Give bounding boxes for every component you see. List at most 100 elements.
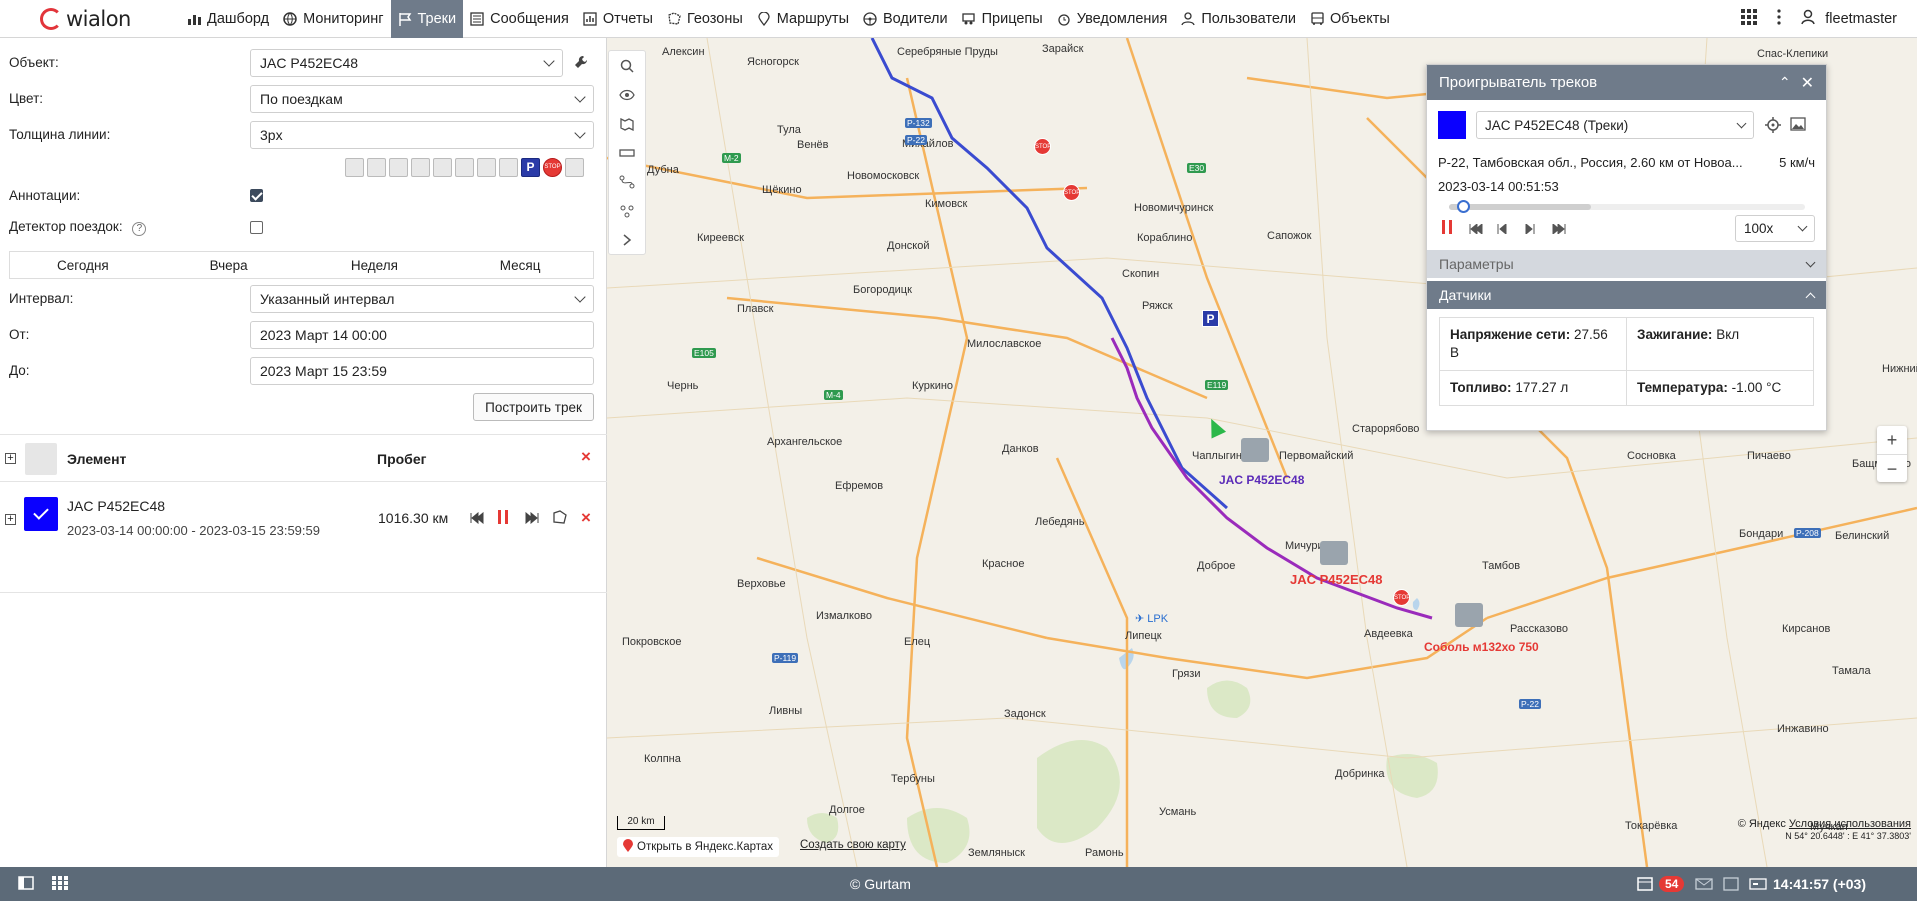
nav-item-routes[interactable]: Маршруты [750, 0, 856, 38]
track-route-icon[interactable] [552, 510, 568, 527]
trip-detector-checkbox[interactable] [250, 221, 263, 234]
annotation-events-icon[interactable] [389, 158, 408, 177]
eye-icon[interactable] [609, 80, 645, 109]
color-select[interactable]: По поездкам [250, 85, 594, 113]
stop-marker-icon[interactable]: STOP [1063, 184, 1080, 201]
map-place-label: Алексин [662, 46, 705, 58]
truck-icon[interactable] [1455, 603, 1483, 627]
track-color-swatch[interactable] [1438, 111, 1466, 139]
stop-marker-icon[interactable]: STOP [1393, 589, 1410, 606]
to-input[interactable]: 2023 Март 15 23:59 [250, 357, 594, 385]
delete-all-icon[interactable]: × [581, 447, 591, 467]
build-track-button[interactable]: Построить трек [473, 393, 594, 421]
apps-grid-icon[interactable] [1741, 8, 1758, 29]
more-vertical-icon[interactable] [1777, 8, 1781, 29]
nav-item-tracks[interactable]: Треки [390, 0, 464, 38]
image-icon[interactable] [1790, 117, 1806, 134]
pause-icon[interactable] [498, 510, 508, 527]
nav-item-trailers[interactable]: Прицепы [955, 0, 1050, 38]
create-map-link[interactable]: Создать свою карту [800, 839, 906, 851]
parking-icon[interactable]: P [521, 158, 540, 177]
zoom-in-button[interactable]: + [1877, 426, 1907, 454]
expand-row-icon[interactable]: + [5, 514, 16, 525]
step-back-icon[interactable] [1497, 222, 1507, 237]
notifications-badge[interactable]: 54 [1659, 876, 1685, 892]
select-all-checkbox[interactable] [25, 443, 57, 475]
points-icon[interactable] [609, 196, 645, 225]
annotation-flags-icon[interactable] [367, 158, 386, 177]
image-icon[interactable] [1723, 877, 1739, 894]
close-icon[interactable]: ✕ [1801, 73, 1814, 93]
vehicle-label[interactable]: JAC P452EC48 [1219, 473, 1304, 487]
nav-item-monitoring[interactable]: Мониторинг [276, 0, 390, 38]
stop-icon[interactable]: STOP [543, 158, 562, 177]
open-yandex-maps-link[interactable]: Открыть в Яндекс.Картах [617, 837, 780, 857]
vehicle-label[interactable]: Соболь м132хо 750 [1424, 640, 1539, 654]
chevron-right-icon[interactable] [609, 225, 645, 254]
params-section-header[interactable]: Параметры [1427, 250, 1826, 278]
stop-marker-icon[interactable]: STOP [1034, 138, 1051, 155]
period-week[interactable]: Неделя [302, 252, 448, 278]
skip-back-icon[interactable] [470, 511, 484, 527]
mail-icon[interactable] [1695, 877, 1713, 894]
parking-marker-icon[interactable]: P [1202, 310, 1219, 327]
object-select[interactable]: JAC P452EC48 [250, 49, 563, 77]
ruler-icon[interactable] [609, 138, 645, 167]
from-label: От: [9, 327, 30, 342]
sensors-section-header[interactable]: Датчики [1427, 281, 1826, 309]
track-color-checkbox[interactable] [24, 497, 58, 531]
annotation-image-icon[interactable] [477, 158, 496, 177]
truck-icon[interactable] [1320, 541, 1348, 565]
step-forward-icon[interactable] [1525, 222, 1535, 237]
nav-item-messages[interactable]: Сообщения [463, 0, 576, 38]
period-today[interactable]: Сегодня [10, 252, 156, 278]
arrow-icon[interactable] [565, 158, 584, 177]
player-unit-select[interactable]: JAC P452EC48 (Треки) [1476, 111, 1754, 139]
skip-forward-icon[interactable] [525, 511, 539, 527]
wialon-logo[interactable]: wialon [0, 0, 180, 38]
panel-toggle-icon[interactable] [18, 875, 34, 893]
terms-link[interactable]: Условия использования [1789, 818, 1911, 830]
map-layers-icon[interactable] [609, 109, 645, 138]
nav-item-reports[interactable]: Отчеты [576, 0, 660, 38]
pause-icon[interactable] [1442, 220, 1452, 237]
period-month[interactable]: Месяц [447, 252, 593, 278]
notifications-icon[interactable] [1637, 877, 1653, 894]
nav-item-units[interactable]: Объекты [1303, 0, 1397, 38]
nav-item-dashboard[interactable]: Дашборд [180, 0, 276, 38]
skip-to-start-icon[interactable] [1469, 222, 1483, 237]
collapse-icon[interactable]: ⌃ [1779, 74, 1791, 91]
wrench-icon[interactable] [574, 55, 588, 72]
playback-speed-select[interactable]: 100х [1735, 215, 1815, 242]
annotations-checkbox[interactable] [250, 189, 263, 202]
annotation-number-icon[interactable] [345, 158, 364, 177]
skip-to-end-icon[interactable] [1552, 222, 1566, 237]
user-icon[interactable] [1801, 9, 1816, 29]
annotation-speed-icon[interactable] [411, 158, 430, 177]
delete-track-icon[interactable]: × [581, 508, 591, 528]
period-yesterday[interactable]: Вчера [156, 252, 302, 278]
nav-item-users[interactable]: Пользователи [1174, 0, 1303, 38]
vehicle-label[interactable]: JAC P452EC48 [1290, 572, 1383, 587]
player-progress-track[interactable] [1449, 200, 1805, 213]
annotation-fuel-icon[interactable] [433, 158, 452, 177]
routing-icon[interactable] [609, 167, 645, 196]
nav-item-notifications[interactable]: Уведомления [1050, 0, 1175, 38]
nav-item-drivers[interactable]: Водители [856, 0, 955, 38]
help-icon[interactable]: ? [132, 222, 147, 236]
nav-item-geofences[interactable]: Геозоны [660, 0, 750, 38]
expand-all-icon[interactable]: + [5, 453, 16, 464]
zoom-out-button[interactable]: − [1877, 454, 1907, 482]
locate-icon[interactable] [1765, 117, 1781, 136]
search-icon[interactable] [609, 51, 645, 80]
username[interactable]: fleetmaster [1825, 11, 1897, 27]
annotation-flag-icon[interactable] [455, 158, 474, 177]
thickness-select[interactable]: 3px [250, 121, 594, 149]
annotation-video-icon[interactable] [499, 158, 518, 177]
tracks-panel: Объект: JAC P452EC48 Цвет: По поездкам Т… [0, 38, 607, 867]
interval-select[interactable]: Указанный интервал [250, 285, 594, 313]
apps-grid-icon[interactable] [52, 875, 68, 893]
truck-icon[interactable] [1241, 438, 1269, 462]
from-input[interactable]: 2023 Март 14 00:00 [250, 321, 594, 349]
card-icon[interactable] [1749, 877, 1767, 894]
